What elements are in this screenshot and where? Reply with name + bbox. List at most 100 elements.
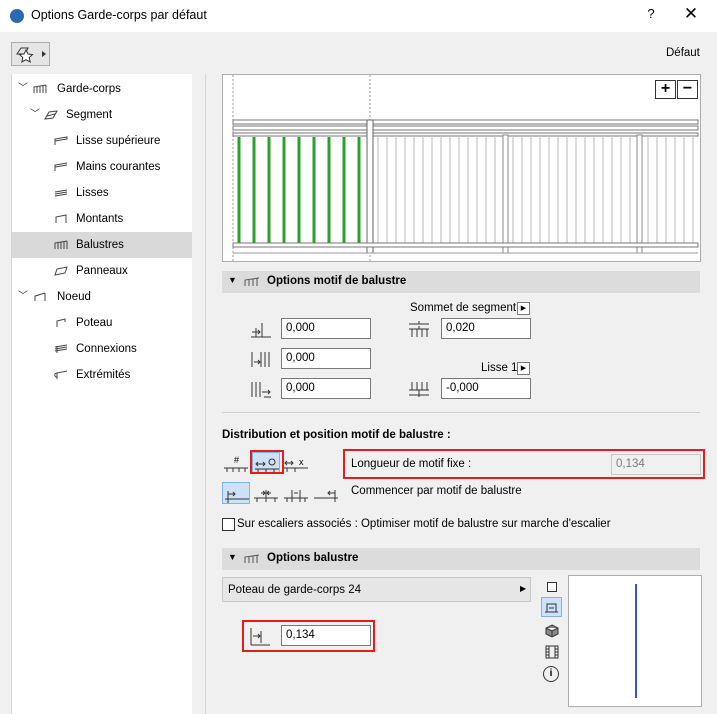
align-end-icon — [314, 490, 338, 502]
svg-text:x: x — [299, 457, 304, 467]
panel-divider — [205, 74, 206, 714]
section-baluster-options[interactable]: ▼ Options balustre — [222, 548, 700, 570]
window-title: Options Garde-corps par défaut — [31, 8, 207, 22]
fixed-length-field[interactable]: 0,134 — [611, 454, 701, 475]
start-offset-field[interactable]: 0,000 — [281, 318, 371, 339]
tree-item-label: Connexions — [76, 343, 137, 355]
profile-selector-value: Poteau de garde-corps 24 — [228, 584, 361, 596]
profile-line — [635, 584, 637, 698]
tree-item-lisses[interactable]: Lisses — [12, 180, 192, 206]
rail-label: Lisse 1 — [481, 362, 518, 374]
align-spaced-icon — [284, 490, 308, 502]
view-2d-button[interactable] — [547, 582, 557, 592]
chevron-down-icon[interactable]: ﹀ — [18, 76, 28, 102]
start-align-center-button[interactable] — [252, 482, 280, 504]
align-start-icon — [225, 491, 249, 503]
tree-item-label: Extrémités — [76, 369, 131, 381]
baluster-width-field[interactable]: 0,134 — [281, 625, 371, 646]
section-view-icon — [545, 603, 558, 613]
collapse-arrow-icon[interactable]: ▼ — [228, 275, 237, 285]
tree-item-label: Balustres — [76, 239, 124, 251]
segment-top-menu-button[interactable]: ▶ — [517, 302, 530, 315]
default-label: Défaut — [666, 47, 700, 59]
highlight-box — [250, 450, 284, 474]
pattern-count-icon: # — [224, 455, 248, 472]
pattern-spacing-field[interactable]: 0,000 — [281, 348, 371, 369]
tree-item-label: Segment — [66, 109, 113, 121]
info-icon[interactable]: i — [543, 666, 559, 682]
connections-icon — [54, 344, 68, 353]
close-button[interactable]: ✕ — [682, 4, 700, 24]
profile-selector[interactable]: Poteau de garde-corps 24 ▶ — [222, 577, 531, 602]
section-divider — [222, 412, 700, 413]
top-offset-field[interactable]: 0,020 — [441, 318, 531, 339]
tree-item-panneaux[interactable]: Panneaux — [12, 258, 192, 284]
baluster-icon — [244, 554, 260, 563]
pattern-spacing-icon — [251, 352, 270, 367]
chevron-down-icon[interactable]: ﹀ — [18, 284, 28, 310]
help-button[interactable]: ? — [642, 6, 660, 21]
tree-item-segment[interactable]: ﹀ Segment — [12, 102, 192, 128]
top-rail-icon — [54, 136, 68, 145]
tree-item-poteau[interactable]: Poteau — [12, 310, 192, 336]
railing-preview[interactable]: + − — [222, 74, 701, 262]
stair-optimize-label: Sur escaliers associés : Optimiser motif… — [237, 518, 611, 530]
tree-item-label: Lisses — [76, 187, 109, 199]
section-title: Options motif de balustre — [267, 275, 407, 287]
tree-item-label: Poteau — [76, 317, 113, 329]
stair-optimize-checkbox[interactable] — [222, 518, 235, 531]
tree-item-label: Garde-corps — [57, 83, 121, 95]
chevron-right-icon: ▶ — [520, 584, 527, 593]
start-offset-icon — [251, 323, 271, 338]
title-bar: Options Garde-corps par défaut ? ✕ — [0, 0, 717, 32]
settings-tree: ﹀ Garde-corps ﹀ Segment Lisse supérieure… — [11, 74, 192, 714]
app-icon — [10, 9, 24, 23]
tree-item-montants[interactable]: Montants — [12, 206, 192, 232]
pattern-fill-icon: x — [284, 457, 308, 472]
bottom-offset-icon — [409, 382, 429, 397]
post-icon — [56, 318, 66, 327]
filmstrip-icon[interactable] — [544, 644, 560, 660]
tree-item-label: Montants — [76, 213, 124, 225]
collapse-arrow-icon[interactable]: ▼ — [228, 552, 237, 562]
handrail-icon — [54, 162, 68, 171]
tree-item-label: Mains courantes — [76, 161, 161, 173]
tree-item-mains-courantes[interactable]: Mains courantes — [12, 154, 192, 180]
top-offset-icon — [409, 321, 429, 337]
tree-item-balustres[interactable]: Balustres — [12, 232, 192, 258]
tree-item-garde-corps[interactable]: ﹀ Garde-corps — [12, 76, 192, 102]
profile-preview — [568, 575, 702, 707]
railing-icon — [33, 84, 47, 93]
tree-item-noeud[interactable]: ﹀ Noeud — [12, 284, 192, 310]
railing-preview-drawing — [232, 75, 699, 261]
favorites-button[interactable] — [11, 42, 50, 66]
start-pattern-label: Commencer par motif de balustre — [351, 485, 522, 497]
panels-icon — [54, 266, 68, 276]
ends-icon — [54, 370, 68, 379]
bottom-offset-field[interactable]: -0,000 — [441, 378, 531, 399]
baluster-width-icon — [250, 628, 270, 646]
zoom-out-button[interactable]: − — [677, 80, 698, 99]
balusters-icon — [244, 277, 260, 286]
start-align-right-button[interactable] — [312, 482, 340, 504]
chevron-down-icon[interactable]: ﹀ — [30, 102, 40, 128]
tree-item-connexions[interactable]: Connexions — [12, 336, 192, 362]
end-offset-field[interactable]: 0,000 — [281, 378, 371, 399]
section-pattern-options[interactable]: ▼ Options motif de balustre — [222, 271, 700, 293]
zoom-in-button[interactable]: + — [655, 80, 676, 99]
tree-item-label: Lisse supérieure — [76, 135, 161, 147]
pattern-count-button[interactable]: # — [222, 452, 250, 474]
view-section-button[interactable] — [541, 597, 562, 617]
segment-top-label: Sommet de segment — [410, 302, 517, 314]
tree-item-lisse-superieure[interactable]: Lisse supérieure — [12, 128, 192, 154]
start-align-spaced-button[interactable] — [282, 482, 310, 504]
3d-view-icon[interactable] — [544, 623, 560, 639]
end-offset-icon — [251, 382, 271, 398]
tree-item-extremites[interactable]: Extrémités — [12, 362, 192, 388]
posts-icon — [55, 214, 67, 223]
start-align-left-button[interactable] — [222, 482, 250, 504]
pattern-fill-button[interactable]: x — [282, 452, 310, 474]
rail-menu-button[interactable]: ▶ — [517, 362, 530, 375]
rails-icon — [54, 189, 68, 197]
tree-item-label: Noeud — [57, 291, 91, 303]
